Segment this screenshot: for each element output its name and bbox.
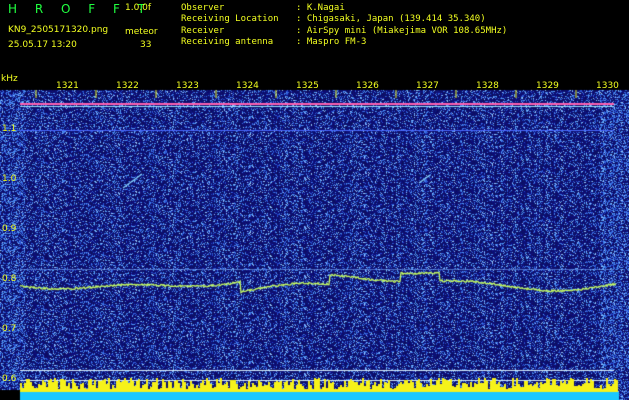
y-unit-label: kHz — [1, 74, 18, 84]
y-tick-0-8: 0.8 — [2, 274, 17, 284]
y-tick-0-7: 0.7 — [2, 324, 17, 334]
info-value-location: : Chigasaki, Japan (139.414 35.340) — [296, 14, 486, 24]
meteor-label: meteor — [125, 27, 158, 37]
x-tick-1327: 1327 — [416, 81, 439, 91]
x-tick-1323: 1323 — [176, 81, 199, 91]
datetime-label: 25.05.17 13:20 — [8, 40, 77, 50]
x-tick-1325: 1325 — [296, 81, 319, 91]
y-tick-0-6: 0.6 — [2, 374, 17, 384]
filename-label: KN9_2505171320.png — [8, 25, 109, 35]
info-value-receiver: : AirSpy mini (Miakejima VOR 108.65MHz) — [296, 26, 508, 36]
y-tick-0-9: 0.9 — [2, 224, 17, 234]
spectrogram — [0, 78, 629, 400]
y-tick-1-0: 1.0 — [2, 174, 17, 184]
x-tick-1321: 1321 — [56, 81, 79, 91]
y-tick-1-1: 1.1 — [2, 124, 17, 134]
info-label-receiver: Receiver — [181, 26, 225, 36]
info-value-antenna: : Maspro FM-3 — [296, 37, 367, 47]
x-tick-1324: 1324 — [236, 81, 259, 91]
info-label-observer: Observer — [181, 3, 225, 13]
meteor-count: 33 — [140, 40, 152, 50]
x-tick-1329: 1329 — [536, 81, 559, 91]
x-tick-1330: 1330 — [596, 81, 619, 91]
info-label-antenna: Receiving antenna — [181, 37, 274, 47]
info-value-observer: : K.Nagai — [296, 3, 345, 13]
x-tick-1328: 1328 — [476, 81, 499, 91]
x-tick-1322: 1322 — [116, 81, 139, 91]
info-label-location: Receiving Location — [181, 14, 279, 24]
x-tick-1326: 1326 — [356, 81, 379, 91]
version-label: 1.0.0f — [125, 3, 152, 13]
